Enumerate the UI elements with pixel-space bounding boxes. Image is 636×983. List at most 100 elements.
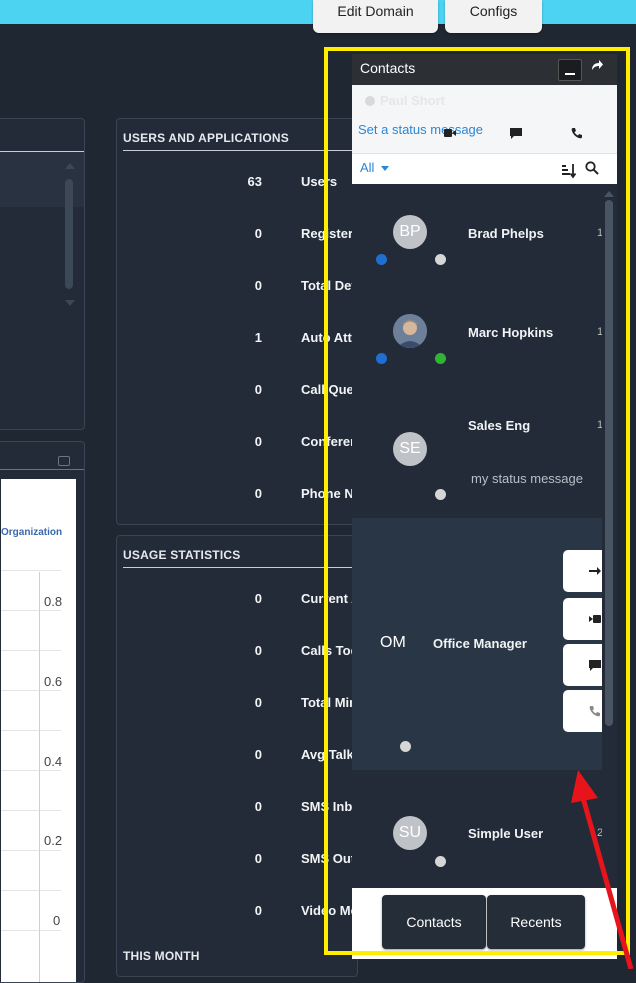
panel-rule: [0, 469, 84, 470]
stat-value: 0: [254, 799, 262, 814]
contacts-scrollbar-thumb[interactable]: [605, 200, 613, 726]
usage-statistics-panel: USAGE STATISTICS 0 Current A 0 Calls Tod…: [116, 535, 358, 977]
stat-label[interactable]: Avg Talk: [301, 747, 353, 762]
contacts-title: Contacts: [360, 60, 416, 76]
current-user-name: Paul Short: [380, 93, 446, 108]
stat-label[interactable]: Calls Tod: [301, 643, 353, 658]
gridline: [1, 570, 61, 571]
scroll-up-icon[interactable]: [65, 163, 75, 169]
stat-label[interactable]: Phone N: [301, 486, 353, 501]
status-message-link[interactable]: Set a status message: [358, 122, 483, 137]
avatar-photo: [393, 314, 427, 348]
chart-legend-label: Organization: [1, 527, 63, 538]
caret-down-icon: [381, 166, 390, 172]
left-chart-panel: Organization 0.8 0.6 0.4 0.2 0: [0, 441, 85, 983]
contact-status-message: my status message: [471, 471, 583, 486]
left-top-panel: [0, 118, 85, 430]
stat-value: 0: [254, 851, 262, 866]
stat-label[interactable]: Users: [301, 174, 353, 189]
stat-value: 0: [254, 434, 262, 449]
panel-rule: [123, 150, 357, 151]
edit-domain-button[interactable]: Edit Domain: [313, 0, 438, 33]
gridline: [1, 890, 61, 891]
stat-label[interactable]: Auto Atte: [301, 330, 353, 345]
presence-dot: [435, 489, 446, 500]
stat-value: 0: [254, 695, 262, 710]
gridline: [1, 650, 61, 651]
contact-item[interactable]: SE Sales Eng 1 my status message: [352, 384, 602, 518]
edit-domain-label: Edit Domain: [337, 2, 414, 19]
annotation-arrow: [571, 770, 634, 969]
video-call-button[interactable]: [563, 598, 602, 640]
y-tick-label: 0.2: [44, 833, 63, 848]
transfer-button[interactable]: [563, 550, 602, 592]
avatar-photo-image: [393, 314, 427, 348]
chat-button[interactable]: [563, 644, 602, 686]
stat-label[interactable]: Current A: [301, 591, 353, 606]
scroll-up-icon[interactable]: [604, 191, 614, 197]
panel-title: USERS AND APPLICATIONS: [123, 131, 289, 145]
chat-icon[interactable]: [510, 128, 522, 139]
search-icon[interactable]: [585, 161, 599, 175]
transfer-icon: [589, 567, 601, 575]
stat-label[interactable]: SMS Out: [301, 851, 353, 866]
contact-name: Marc Hopkins: [468, 325, 554, 340]
avatar: BP: [393, 215, 427, 249]
presence-dot: [376, 353, 387, 364]
gridline: [1, 930, 61, 931]
y-tick-label: 0: [53, 913, 61, 928]
stat-value: 0: [254, 591, 262, 606]
popout-icon[interactable]: [590, 59, 604, 73]
chat-icon: [589, 660, 601, 671]
this-month-title: THIS MONTH: [123, 949, 200, 963]
filter-dropdown[interactable]: All: [360, 160, 390, 175]
stat-value: 0: [254, 747, 262, 762]
contacts-header: Contacts: [352, 54, 617, 85]
sort-icon[interactable]: [561, 163, 577, 179]
presence-dot: [365, 96, 375, 106]
panel-title: USAGE STATISTICS: [123, 548, 241, 562]
y-tick-label: 0.6: [44, 674, 63, 689]
scroll-down-icon[interactable]: [65, 300, 75, 306]
stat-label[interactable]: Video Me: [301, 903, 353, 918]
contacts-filter-bar: All: [352, 153, 617, 185]
avatar-initials: OM: [380, 634, 406, 651]
contact-item[interactable]: Marc Hopkins 1: [352, 284, 602, 384]
contact-name: Brad Phelps: [468, 226, 544, 241]
y-tick-label: 0.8: [44, 594, 63, 609]
configs-button[interactable]: Configs: [445, 0, 542, 33]
gridline: [1, 810, 61, 811]
contact-name: Office Manager: [433, 636, 527, 651]
gridline: [1, 770, 61, 771]
stat-label[interactable]: Call Que: [301, 382, 353, 397]
video-icon: [589, 615, 601, 623]
phone-icon[interactable]: [571, 127, 583, 139]
gridline: [1, 850, 61, 851]
call-button[interactable]: [563, 690, 602, 732]
stat-label[interactable]: SMS Inbo: [301, 799, 353, 814]
stat-label[interactable]: Registere: [301, 226, 353, 241]
minimize-button[interactable]: [558, 59, 582, 81]
gridline: [1, 730, 61, 731]
filter-label: All: [360, 160, 375, 175]
panel-rule: [123, 567, 357, 568]
avatar: SU: [393, 816, 427, 850]
contact-name: Sales Eng: [468, 418, 531, 433]
stat-label[interactable]: Total Dev: [301, 278, 353, 293]
contact-item[interactable]: BP Brad Phelps 1: [352, 184, 602, 284]
y-tick-label: 0.4: [44, 754, 63, 769]
chart-axis: [39, 572, 40, 982]
contact-item-hovered[interactable]: OM Office Manager: [352, 518, 602, 770]
presence-dot: [435, 254, 446, 265]
contacts-tab[interactable]: Contacts: [382, 895, 486, 949]
stat-value: 63: [247, 174, 262, 189]
presence-dot: [435, 856, 446, 867]
video-icon[interactable]: [444, 128, 456, 138]
stat-label[interactable]: Conferen: [301, 434, 353, 449]
stat-label[interactable]: Total Min: [301, 695, 353, 710]
panel-menu-icon[interactable]: [58, 456, 70, 466]
scrollbar-thumb[interactable]: [65, 179, 73, 289]
current-user-bar: Paul Short Set a status message: [352, 85, 617, 153]
avatar: SE: [393, 432, 427, 466]
stat-value: 0: [254, 903, 262, 918]
